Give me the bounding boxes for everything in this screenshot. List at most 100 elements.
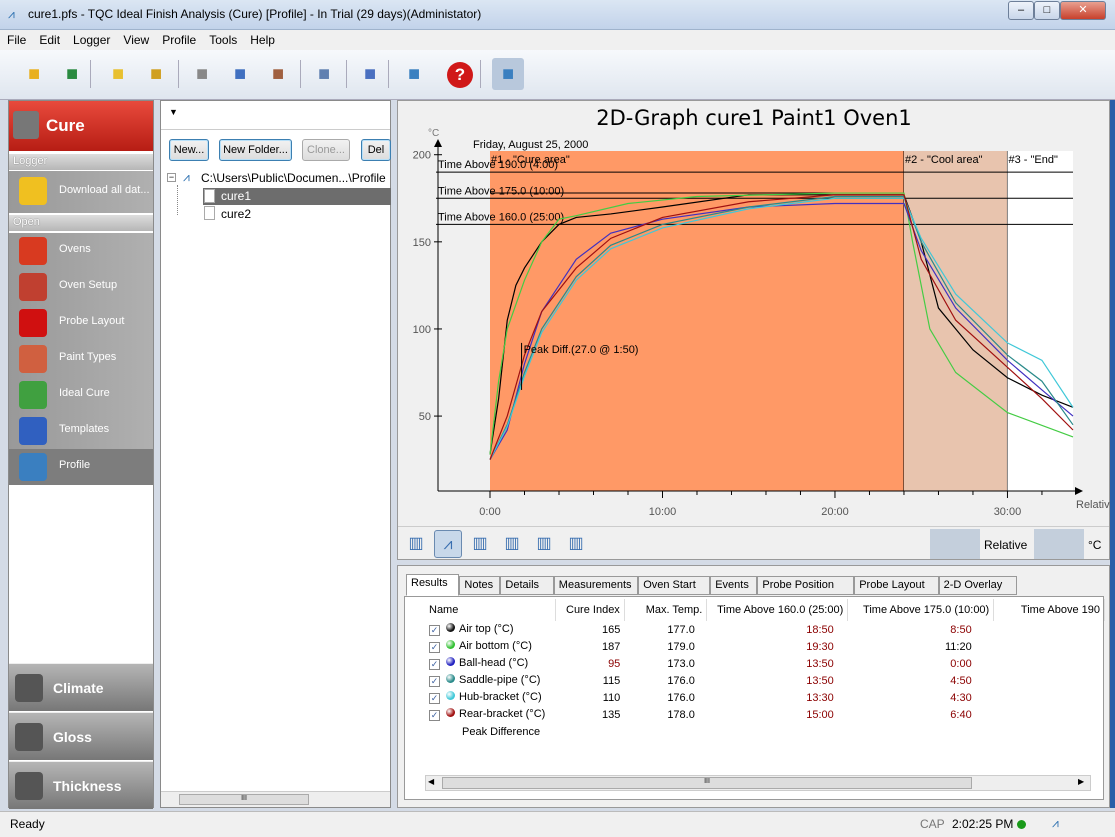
curve-icon[interactable]: ▥ <box>498 530 526 558</box>
tab-events[interactable]: Events <box>710 576 758 595</box>
menu-file[interactable]: File <box>0 30 32 47</box>
sidebar-item-oven-setup[interactable]: Oven Setup <box>9 269 153 305</box>
new-folder-button[interactable]: New Folder... <box>219 139 292 161</box>
print-setup-icon[interactable]: ■ <box>262 58 294 90</box>
menu-view[interactable]: View <box>116 30 155 47</box>
sidebar-item-paint-types[interactable]: Paint Types <box>9 341 153 377</box>
unit-dropdown[interactable]: °C <box>1088 538 1101 552</box>
menu-edit[interactable]: Edit <box>32 30 66 47</box>
help-icon[interactable]: ? <box>444 58 476 90</box>
time-above-160: 15:00 <box>806 708 834 721</box>
bar-chart-icon[interactable]: ▥ <box>466 530 494 558</box>
probe-name: Air bottom (°C) <box>459 640 532 652</box>
row-checkbox[interactable]: ✓ <box>429 693 440 704</box>
profile-graph-icon[interactable]: ■ <box>492 58 524 90</box>
maximize-button[interactable]: □ <box>1034 1 1060 20</box>
sidebar-item-label: Probe Layout <box>59 315 125 327</box>
row-checkbox[interactable]: ✓ <box>429 642 440 653</box>
x-tick-label: 0:00 <box>479 506 500 518</box>
column-header[interactable]: Cure Index <box>555 599 625 621</box>
table-row[interactable]: ✓ Rear-bracket (°C) 135 178.0 15:00 6:40 <box>425 706 1105 723</box>
sidebar-module-gloss[interactable]: Gloss <box>9 712 153 760</box>
probe-setup-icon[interactable]: ▥ <box>402 530 430 558</box>
zoom-graph-icon[interactable]: ■ <box>354 58 386 90</box>
collapse-icon[interactable]: − <box>167 173 176 182</box>
column-header[interactable]: Time Above 190 <box>993 599 1105 621</box>
row-checkbox[interactable]: ✓ <box>429 710 440 721</box>
y-tick-label: 100 <box>413 324 431 336</box>
profile-tree-panel: ▼ New... New Folder... Clone... Del − ⩘ … <box>160 100 391 808</box>
dropdown-arrow-icon[interactable]: ▼ <box>169 107 178 117</box>
tab-notes[interactable]: Notes <box>459 576 501 595</box>
profile-graph-icon[interactable]: ⩘ <box>434 530 462 558</box>
profile-folder-icon: ⩘ <box>183 170 190 184</box>
results-panel: Results Notes Details Measurements Oven Star… <box>397 565 1110 808</box>
table-row[interactable]: ✓ Saddle-pipe (°C) 115 176.0 13:50 4:50 <box>425 672 1105 689</box>
scroll-right-icon[interactable]: ▶ <box>1078 777 1084 786</box>
probe-color-icon <box>446 640 455 649</box>
column-header[interactable]: Time Above 175.0 (10:00) <box>847 599 995 621</box>
sidebar-module-thickness[interactable]: Thickness <box>9 761 153 809</box>
profile-chart[interactable]: 2D-Graph cure1 Paint1 Oven1°C#1 - "Cure … <box>398 101 1111 526</box>
tab-details[interactable]: Details <box>500 576 554 595</box>
scroll-left-icon[interactable]: ◀ <box>428 777 434 786</box>
histogram-icon[interactable]: ▥ <box>562 530 590 558</box>
tree-item-cure2[interactable]: cure2 <box>221 207 251 221</box>
tab-2-d-overlay[interactable]: 2-D Overlay <box>938 576 1017 595</box>
mode-dropdown[interactable]: Relative <box>984 538 1027 552</box>
menu-help[interactable]: Help <box>243 30 281 47</box>
3d-icon[interactable]: ▥ <box>530 530 558 558</box>
table-row[interactable]: ✓ Air top (°C) 165 177.0 18:50 8:50 <box>425 621 1105 638</box>
tab-results[interactable]: Results <box>406 574 460 596</box>
column-header[interactable]: Max. Temp. <box>624 599 708 621</box>
new-button[interactable]: New... <box>169 139 209 161</box>
sidebar-item-download[interactable]: Download all dat... <box>9 171 153 213</box>
row-checkbox[interactable]: ✓ <box>429 659 440 670</box>
tree-root[interactable]: C:\Users\Public\Documen...\Profile <box>201 171 386 185</box>
column-header[interactable]: Time Above 160.0 (25:00) <box>706 599 849 621</box>
sidebar-item-profile[interactable]: Profile <box>9 449 153 485</box>
scroll-thumb[interactable]: III <box>442 777 972 789</box>
clone-button[interactable]: Clone... <box>302 139 350 161</box>
menu-logger[interactable]: Logger <box>66 30 116 47</box>
sidebar-item-ideal-cure[interactable]: Ideal Cure <box>9 377 153 413</box>
tab-measurements[interactable]: Measurements <box>553 576 639 595</box>
horizontal-scrollbar[interactable]: ◀ III ▶ <box>425 775 1091 791</box>
copy-icon[interactable]: ■ <box>308 58 340 90</box>
upload-icon[interactable]: ■ <box>140 58 172 90</box>
table-row[interactable]: ✓ Ball-head (°C) 95 173.0 13:50 0:00 <box>425 655 1105 672</box>
sidebar-item-templates[interactable]: Templates <box>9 413 153 449</box>
print-preview-icon[interactable]: ■ <box>224 58 256 90</box>
time-above-160: 19:30 <box>806 640 834 653</box>
tab-oven-start[interactable]: Oven Start <box>638 576 711 595</box>
print-icon[interactable]: ■ <box>186 58 218 90</box>
max-temp: 176.0 <box>667 691 695 704</box>
row-checkbox[interactable]: ✓ <box>429 625 440 636</box>
tree-item-cure1[interactable]: cure1 <box>221 189 251 203</box>
row-checkbox[interactable]: ✓ <box>429 676 440 687</box>
notes-icon[interactable]: ■ <box>398 58 430 90</box>
scroll-thumb[interactable]: III <box>179 794 309 805</box>
time-above-175: 4:30 <box>950 691 972 704</box>
sidebar-item-probe-layout[interactable]: Probe Layout <box>9 305 153 341</box>
export-icon[interactable]: ■ <box>56 58 88 90</box>
download-icon[interactable]: ■ <box>102 58 134 90</box>
table-row[interactable]: ✓ Air bottom (°C) 187 179.0 19:30 11:20 <box>425 638 1105 655</box>
menu-tools[interactable]: Tools <box>202 30 243 47</box>
close-button[interactable]: ✕ <box>1060 1 1106 20</box>
sidebar-item-ovens[interactable]: Ovens <box>9 233 153 269</box>
tab-probe-position[interactable]: Probe Position <box>757 576 855 595</box>
sidebar-module-climate[interactable]: Climate <box>9 663 153 711</box>
column-header[interactable]: Name <box>425 599 557 621</box>
table-row[interactable]: ✓ Hub-bracket (°C) 110 176.0 13:30 4:30 <box>425 689 1105 706</box>
paint-types-icon <box>19 345 47 373</box>
minimize-button[interactable]: – <box>1008 1 1034 20</box>
delete-button[interactable]: Del <box>361 139 391 161</box>
tab-probe-layout[interactable]: Probe Layout <box>854 576 939 595</box>
open-folder-icon[interactable]: ■ <box>18 58 50 90</box>
sidebar-header-cure[interactable]: Cure <box>9 101 153 151</box>
horizontal-scrollbar[interactable]: III <box>161 791 390 807</box>
time-above-175: 8:50 <box>950 623 972 636</box>
time-above-160: 18:50 <box>806 623 834 636</box>
menu-profile[interactable]: Profile <box>155 30 202 47</box>
